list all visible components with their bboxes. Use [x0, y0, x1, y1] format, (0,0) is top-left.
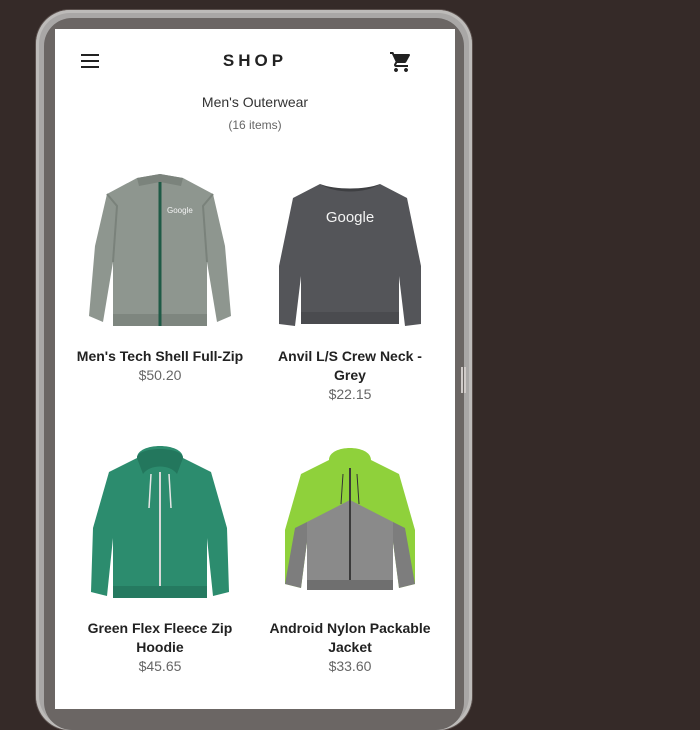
product-name: Anvil L/S Crew Neck - Grey — [278, 348, 422, 383]
grey-zip-jacket-image: Google — [89, 174, 231, 326]
product-card[interactable]: Green Flex Fleece Zip Hoodie $45.65 — [65, 438, 255, 676]
grey-crewneck-sweatshirt-image: Google — [279, 184, 421, 326]
product-price: $22.15 — [328, 386, 372, 402]
shopping-cart-icon[interactable] — [389, 50, 413, 74]
product-price: $45.65 — [138, 658, 182, 674]
app-bar: SHOP — [55, 29, 455, 93]
app-screen: SHOP Men's Outerwear (16 items) Google M… — [55, 29, 455, 709]
product-name: Green Flex Fleece Zip Hoodie — [87, 620, 233, 655]
product-card[interactable]: Google Anvil L/S Crew Neck - Grey $22.15 — [255, 166, 445, 404]
resize-handle[interactable] — [461, 367, 468, 393]
product-card[interactable]: Android Nylon Packable Jacket $33.60 — [255, 438, 445, 676]
green-grey-windbreaker-image — [285, 448, 415, 590]
product-price: $50.20 — [138, 367, 182, 383]
svg-text:Google: Google — [167, 206, 193, 215]
item-count: (16 items) — [228, 118, 282, 132]
product-name: Men's Tech Shell Full-Zip — [76, 348, 244, 364]
product-price: $33.60 — [328, 658, 372, 674]
svg-text:Google: Google — [326, 209, 374, 226]
category-title: Men's Outerwear — [201, 94, 309, 110]
product-name: Android Nylon Packable Jacket — [269, 620, 431, 655]
product-card[interactable]: Google Men's Tech Shell Full-Zip $50.20 — [65, 166, 255, 385]
green-zip-hoodie-image — [91, 446, 229, 598]
